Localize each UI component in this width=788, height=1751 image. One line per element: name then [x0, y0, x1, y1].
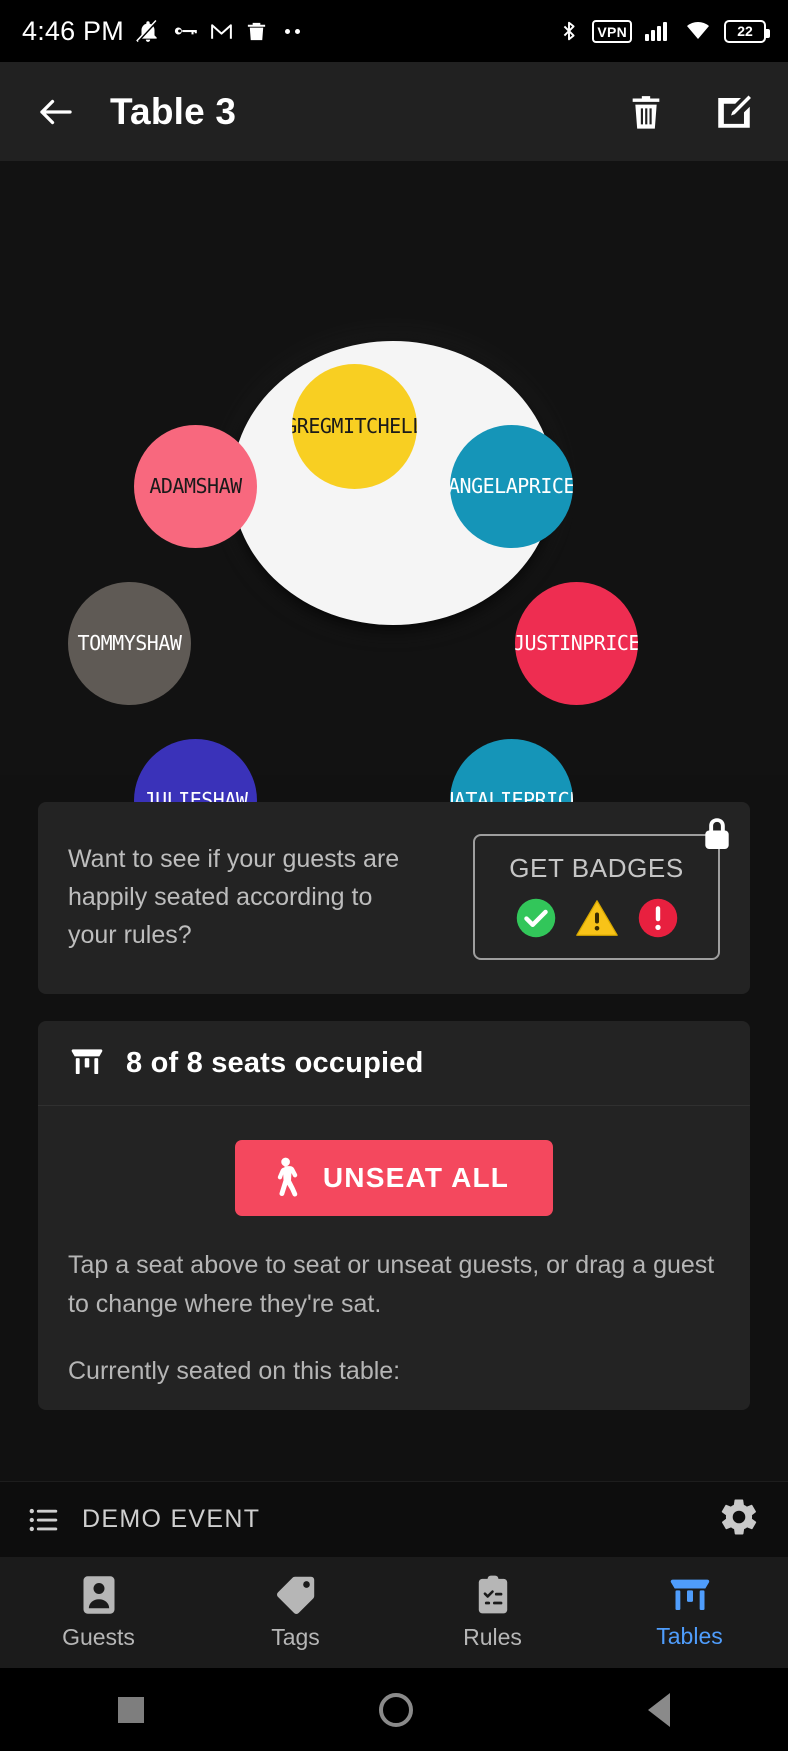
battery-level: 22	[737, 23, 753, 39]
nav-label-rules: Rules	[463, 1624, 522, 1650]
contact-card-icon	[82, 1576, 115, 1614]
nav-item-guests[interactable]: Guests	[0, 1574, 197, 1651]
badges-prompt-text: Want to see if your guests are happily s…	[68, 845, 400, 949]
circle-icon[interactable]	[378, 1692, 413, 1727]
vpn-icon: VPN	[592, 19, 632, 43]
back-button[interactable]	[28, 84, 84, 140]
table-diagram[interactable]: GREGMITCHELLANGELAPRICEJUSTINPRICENATALI…	[0, 161, 788, 930]
wifi-icon	[687, 21, 709, 39]
phone-screen: 4:46 PM VPN 22 Table 3 REG MITCHELL ANGE…	[0, 0, 788, 1751]
badge-status-icons	[514, 896, 680, 940]
seat-guest-name-line: JUSTIN	[515, 631, 583, 656]
key-icon	[174, 27, 197, 35]
signal-icon	[645, 22, 667, 41]
table-seat[interactable]: JUSTIN PRICE	[515, 582, 638, 705]
nav-label-tags: Tags	[271, 1624, 320, 1650]
edit-table-button[interactable]	[708, 86, 760, 138]
app-bar: Table 3	[0, 62, 788, 161]
battery-icon: 22	[724, 19, 770, 43]
system-navigation-bar	[0, 1668, 788, 1751]
seats-card: 8 of 8 seats occupied UNSEAT ALL Tap a s…	[38, 1021, 750, 1411]
bottom-navigation: Guests Tags Rules Tables	[0, 1557, 788, 1668]
status-bar-right: VPN 22	[558, 18, 770, 44]
table-seat[interactable]: ADAM SHAW	[134, 425, 257, 548]
nav-label-tables: Tables	[656, 1623, 723, 1649]
get-badges-button[interactable]: GET BADGES	[473, 818, 729, 960]
table-seat[interactable]: GREGMITCHELL	[292, 364, 417, 489]
bluetooth-icon	[564, 21, 575, 41]
delete-table-button[interactable]	[620, 86, 672, 138]
trash-icon	[247, 22, 266, 40]
seat-guest-name-line: SHAW	[135, 631, 182, 656]
app-bar-actions	[620, 86, 760, 138]
seats-card-body: Tap a seat above to seat or unseat guest…	[38, 1246, 750, 1410]
tag-icon	[276, 1576, 314, 1614]
trash-icon	[632, 95, 660, 129]
seat-hint-text: Tap a seat above to seat or unseat guest…	[68, 1251, 715, 1318]
seat-guest-name-line: GREG	[292, 414, 332, 439]
nav-item-tables[interactable]: Tables	[591, 1575, 788, 1650]
occupancy-label: 8 of 8 seats occupied	[126, 1046, 424, 1079]
seat-guest-name-line: SHAW	[195, 474, 243, 499]
nav-item-tags[interactable]: Tags	[197, 1574, 394, 1651]
more-dots-icon	[284, 28, 300, 34]
gear-icon	[721, 1499, 757, 1535]
bell-off-icon	[136, 19, 159, 43]
event-name-label: DEMO EVENT	[82, 1505, 261, 1533]
currently-seated-heading: Currently seated on this table:	[68, 1356, 401, 1385]
seats-card-header: 8 of 8 seats occupied	[38, 1021, 750, 1106]
error-circle-icon	[638, 898, 677, 938]
table-seat[interactable]: ANGELA PRICE	[450, 425, 573, 548]
seat-guest-name-line: PRICE	[582, 631, 638, 656]
clipboard-check-icon	[478, 1575, 507, 1614]
unseat-all-button[interactable]: UNSEAT ALL	[234, 1140, 554, 1216]
get-badges-card: Want to see if your guests are happily s…	[38, 802, 750, 994]
table-icon	[670, 1579, 709, 1610]
settings-button[interactable]	[718, 1496, 760, 1543]
seat-guest-name-line: TOMMY	[77, 631, 136, 656]
seat-guest-name-line: MITCHELL	[331, 414, 417, 439]
seat-guest-name-line: PRICE	[517, 474, 573, 499]
lock-icon	[699, 816, 735, 861]
walking-person-icon	[277, 1157, 298, 1197]
gmail-icon	[211, 23, 232, 39]
table-seat[interactable]: TOMMY SHAW	[68, 582, 191, 705]
nav-label-guests: Guests	[62, 1624, 135, 1650]
square-icon[interactable]	[117, 1696, 144, 1723]
warning-triangle-icon	[575, 900, 618, 936]
check-circle-icon	[516, 898, 555, 938]
main-content: GREGMITCHELLANGELAPRICEJUSTINPRICENATALI…	[0, 161, 788, 1481]
status-bar-left: 4:46 PM	[22, 16, 300, 47]
status-bar: 4:46 PM VPN 22	[0, 0, 788, 62]
status-bar-clock: 4:46 PM	[22, 15, 124, 46]
unseat-all-row: UNSEAT ALL	[38, 1106, 750, 1246]
arrow-back-icon	[40, 99, 72, 124]
nav-item-rules[interactable]: Rules	[394, 1574, 591, 1651]
triangle-back-icon[interactable]	[648, 1692, 671, 1727]
event-bar[interactable]: DEMO EVENT	[0, 1481, 788, 1557]
table-icon	[71, 1049, 103, 1075]
seat-guest-name-line: ANGELA	[450, 474, 518, 499]
unseat-all-label: UNSEAT ALL	[322, 1162, 510, 1193]
seat-guest-name-line: ADAM	[149, 474, 196, 499]
page-title: Table 3	[110, 90, 237, 132]
edit-icon	[718, 95, 751, 128]
list-icon	[29, 1508, 58, 1531]
get-badges-label: GET BADGES	[509, 853, 684, 883]
